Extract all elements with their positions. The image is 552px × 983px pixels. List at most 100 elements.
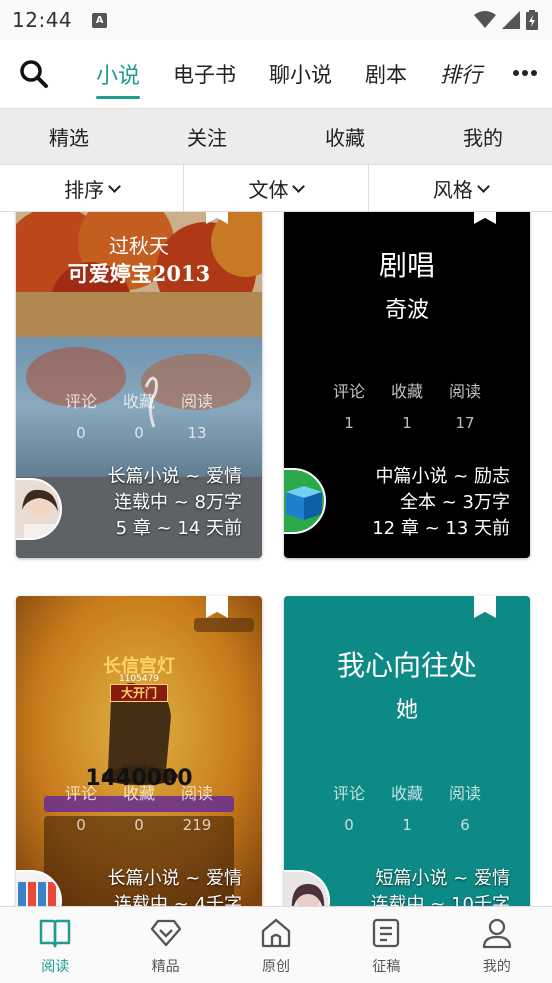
book-title: 过秋天: [109, 234, 169, 258]
search-button[interactable]: [6, 46, 62, 102]
book-status: 全本 ~ 3万字: [400, 492, 510, 513]
stat-label: 阅读: [448, 784, 481, 803]
stat-label: 收藏: [390, 784, 423, 803]
genre-type-filter[interactable]: 文体: [184, 165, 369, 211]
book-genre: 长篇小说 ~ 爱情: [107, 868, 242, 889]
stat-value: 1: [402, 414, 412, 432]
comments-stat: 评论 0: [56, 388, 106, 442]
nav-label: 我的: [482, 959, 511, 975]
signal-icon: [502, 11, 520, 29]
author-avatar[interactable]: [284, 870, 330, 906]
stat-value: 0: [344, 816, 354, 834]
stat-value: 1: [344, 414, 354, 432]
cover-game-badge: 大开门: [110, 684, 168, 702]
stat-value: 0: [134, 816, 144, 834]
favorites-stat: 收藏 0: [114, 388, 164, 442]
book-feed[interactable]: 过秋天 可爱婷宝2013 评论 0 收藏 0 阅读 13 长篇小说 ~ 爱情 连载中 …: [0, 212, 552, 906]
filter-bar: 排序 文体 风格: [0, 164, 552, 212]
book-genre: 长篇小说 ~ 爱情: [107, 466, 242, 487]
cover-game-code: 1105479: [118, 674, 160, 684]
main-tabs: 小说 电子书 聊小说 剧本 排行: [96, 40, 515, 108]
bookmark-icon[interactable]: [474, 596, 496, 618]
book-meta: 长篇小说 ~ 爱情 连载中 ~ 8万字 5 章 ~ 14 天前: [107, 464, 242, 542]
book-card[interactable]: 长信宫灯 1105479 大开门 鉴定评分 1440000 评论 0 收藏 0 阅读…: [16, 596, 262, 906]
nav-read[interactable]: 阅读: [0, 907, 110, 983]
filter-label: 排序: [64, 177, 105, 202]
reads-stat: 阅读 219: [172, 780, 222, 834]
tab-novel[interactable]: 小说: [96, 40, 141, 108]
nav-premium[interactable]: 精品: [110, 907, 220, 983]
wifi-icon: [474, 11, 496, 28]
book-author: 可爱婷宝2013: [67, 261, 211, 286]
stat-label: 阅读: [180, 392, 213, 411]
subtab-favorites[interactable]: 收藏: [276, 109, 414, 164]
nav-submissions[interactable]: 征稿: [331, 907, 441, 983]
book-title: 我心向往处: [336, 649, 477, 682]
book-meta: 短篇小说 ~ 爱情 连载中 ~ 10千字: [371, 866, 510, 906]
stat-label: 收藏: [122, 784, 155, 803]
book-chapters: 12 章 ~ 13 天前: [372, 518, 510, 539]
book-meta: 中篇小说 ~ 励志 全本 ~ 3万字 12 章 ~ 13 天前: [372, 464, 510, 542]
book-stats: 评论 0 收藏 0 阅读 13: [56, 388, 222, 442]
tab-script[interactable]: 剧本: [365, 40, 407, 108]
book-stats: 评论 0 收藏 1 阅读 6: [324, 780, 490, 834]
reads-stat: 阅读 17: [440, 378, 490, 432]
stat-value: 1: [402, 816, 412, 834]
nav-label: 原创: [262, 959, 291, 975]
book-stats: 评论 1 收藏 1 阅读 17: [324, 378, 490, 432]
nav-original[interactable]: 原创: [221, 907, 331, 983]
favorites-stat: 收藏 0: [114, 780, 164, 834]
stat-value: 0: [134, 424, 144, 442]
status-time: 12:44: [12, 8, 73, 32]
book-icon: [39, 919, 71, 948]
stat-label: 收藏: [390, 382, 423, 401]
stat-value: 17: [455, 414, 475, 432]
book-card[interactable]: 我心向往处 她 评论 0 收藏 1 阅读 6 短篇小说 ~ 爱情 连载中 ~ 10千字: [284, 596, 530, 906]
stat-value: 6: [460, 816, 470, 834]
diamond-icon: [150, 919, 181, 947]
stat-label: 评论: [332, 382, 365, 401]
search-icon: [20, 60, 48, 88]
book-author: 她: [395, 698, 418, 723]
nav-label: 阅读: [41, 959, 70, 975]
comments-stat: 评论 0: [56, 780, 106, 834]
stat-label: 收藏: [122, 392, 155, 411]
tab-ranking[interactable]: 排行: [440, 40, 482, 108]
chevron-down-icon: [292, 179, 306, 193]
book-status: 连载中 ~ 10千字: [370, 894, 510, 906]
book-card[interactable]: 剧唱 奇波 评论 1 收藏 1 阅读 17 中篇小说 ~ 励志 全本 ~ 3万字 12…: [284, 212, 530, 558]
book-genre: 短篇小说 ~ 爱情: [375, 868, 510, 889]
reads-stat: 阅读 13: [172, 388, 222, 442]
stat-value: 219: [182, 816, 212, 834]
status-icons: [474, 10, 538, 30]
book-genre: 中篇小说 ~ 励志: [375, 466, 510, 487]
more-options-icon[interactable]: [510, 58, 540, 88]
battery-icon: [526, 10, 538, 30]
stat-label: 评论: [64, 784, 97, 803]
nav-label: 征稿: [372, 959, 401, 975]
tab-chat-novel[interactable]: 聊小说: [269, 40, 332, 108]
nav-mine[interactable]: 我的: [442, 907, 552, 983]
subtab-following[interactable]: 关注: [138, 109, 276, 164]
favorites-stat: 收藏 1: [382, 378, 432, 432]
bookmark-icon[interactable]: [474, 212, 496, 224]
stat-label: 阅读: [180, 784, 213, 803]
person-icon: [482, 918, 511, 949]
filter-label: 文体: [248, 177, 289, 202]
comments-stat: 评论 1: [324, 378, 374, 432]
document-icon: [373, 918, 400, 948]
tab-ebook[interactable]: 电子书: [173, 40, 236, 108]
stat-label: 评论: [332, 784, 365, 803]
author-avatar[interactable]: [284, 468, 326, 534]
home-icon: [261, 918, 291, 948]
stat-value: 0: [76, 424, 86, 442]
chevron-down-icon: [476, 179, 490, 193]
stat-label: 阅读: [448, 382, 481, 401]
subtab-featured[interactable]: 精选: [0, 109, 138, 164]
book-chapters: 5 章 ~ 14 天前: [115, 518, 242, 539]
style-filter[interactable]: 风格: [369, 165, 552, 211]
subtab-mine[interactable]: 我的: [414, 109, 552, 164]
stat-value: 13: [187, 424, 207, 442]
book-card[interactable]: 过秋天 可爱婷宝2013 评论 0 收藏 0 阅读 13 长篇小说 ~ 爱情 连载中 …: [16, 212, 262, 558]
sort-filter[interactable]: 排序: [0, 165, 185, 211]
